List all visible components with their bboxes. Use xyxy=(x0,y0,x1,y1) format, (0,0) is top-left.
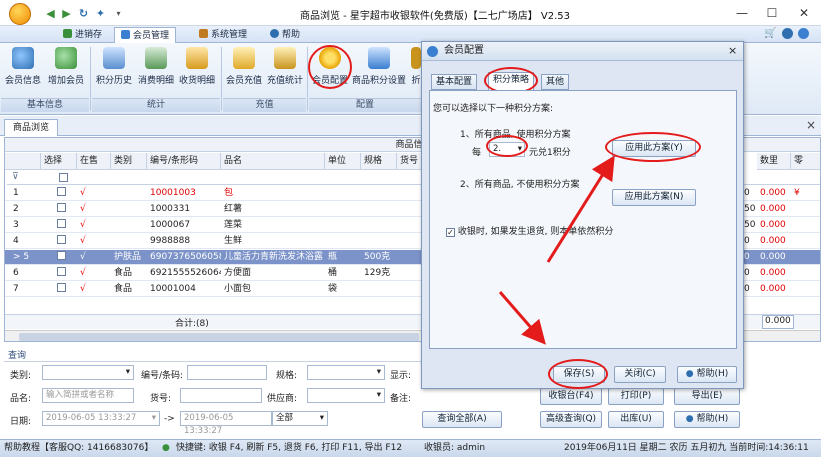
annotation-arrows xyxy=(498,155,615,345)
arrow-to-save xyxy=(498,291,546,345)
arrow-to-apply xyxy=(546,155,615,263)
